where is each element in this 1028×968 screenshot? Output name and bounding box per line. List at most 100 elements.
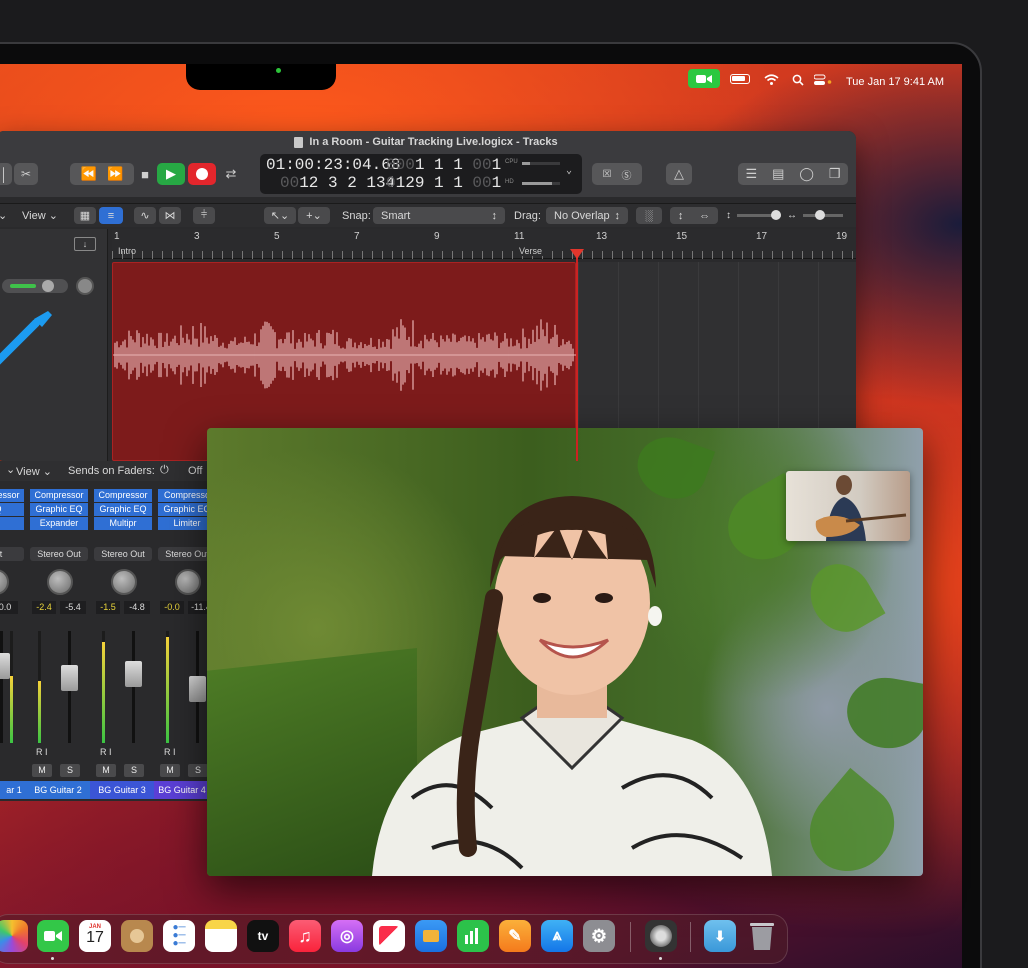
notepad-icon[interactable]: ▤ [772,166,784,182]
music-icon[interactable]: ♫ [289,920,321,952]
peak-readout[interactable]: -4.8 [124,601,150,614]
mixer-view-menu[interactable]: View ⌄ [16,465,52,478]
lcd-display[interactable]: 01:00:23:04.68 0012 3 2 134 0001 1 1 001… [260,154,582,194]
photos-icon[interactable] [0,920,28,952]
view-menu[interactable]: View ⌄ [22,207,58,224]
output-slot[interactable]: Stereo Out [94,547,152,561]
plugin-slot[interactable]: Graphic EQ [30,503,88,516]
search-icon[interactable] [792,71,804,88]
channel-name-label[interactable]: BG Guitar 2 [26,781,90,799]
track-volume-slider[interactable] [2,279,68,293]
pan-knob[interactable] [175,569,201,595]
catch-icon[interactable]: ⫩ [193,207,215,224]
wifi-icon[interactable] [764,71,779,88]
gain-readout[interactable]: -2.4 [32,601,56,614]
volume-fader[interactable] [125,631,142,743]
record-input-buttons[interactable]: R I [36,747,48,757]
facetime-video-window[interactable] [207,428,923,876]
gain-readout[interactable]: -0.0 [160,601,184,614]
pan-knob[interactable] [111,569,137,595]
plugin-slot[interactable]: Compressor [0,489,24,502]
add-track-icon[interactable]: ↓ [74,237,96,251]
replace-icon[interactable]: ☒ [603,169,612,180]
keynote-icon[interactable] [415,920,447,952]
plugin-slot[interactable]: EQ [0,503,24,516]
contacts-icon[interactable] [121,920,153,952]
app-store-icon[interactable]: ⩓ [541,920,573,952]
downloads-folder-icon[interactable]: ⬇ [704,920,736,952]
timeline-ruler[interactable]: 1 3 5 7 9 11 13 15 17 19 Intro Verse [112,229,856,259]
rewind-icon[interactable]: ⏪ [81,166,97,182]
plugin-slot[interactable]: Expander [30,517,88,530]
pencil-tool-icon[interactable]: +⌄ [298,207,330,224]
record-input-buttons[interactable]: R I [164,747,176,757]
reminders-icon[interactable]: ●─ ●─ ●─ [163,920,195,952]
logic-pro-icon[interactable] [645,920,677,952]
plugin-slot[interactable]: Limiter [158,517,210,530]
track-pan-knob[interactable] [76,277,94,295]
plugin-slot[interactable]: Compressor [94,489,152,502]
battery-icon[interactable] [730,74,750,84]
solo-button[interactable]: S [124,764,144,777]
mute-button[interactable]: M [96,764,116,777]
plugin-slot[interactable]: Compresso [158,489,210,502]
channel-name-label[interactable]: BG Guitar 4 [154,781,210,799]
calendar-icon[interactable]: JAN 17 [79,920,111,952]
waveform-zoom-icon[interactable]: ░ [636,207,662,224]
apple-tv-icon[interactable]: tv [247,920,279,952]
flex-icon[interactable]: ⋈ [159,207,181,224]
mixer-toggle-icon[interactable]: │ [0,163,12,185]
automation-icon[interactable]: ∿ [134,207,156,224]
marker-verse[interactable]: Verse [516,246,546,256]
peak-readout[interactable]: -5.4 [60,601,86,614]
browsers-icon[interactable]: ❒ [829,166,841,182]
news-icon[interactable] [373,920,405,952]
scissors-icon[interactable]: ✂ [14,163,38,185]
pointer-tool-icon[interactable]: ↖⌄ [264,207,296,224]
output-slot[interactable]: Stereo Out [30,547,88,561]
channel-name-label[interactable]: BG Guitar 3 [90,781,154,799]
volume-fader[interactable] [0,631,10,743]
plugin-slot[interactable]: Graphic EQ [94,503,152,516]
horizontal-zoom-slider[interactable] [803,210,843,220]
plugin-slot[interactable]: Multipr [94,517,152,530]
facetime-video-icon[interactable] [688,69,720,88]
play-button[interactable]: ▶ [157,163,185,185]
solo-icon[interactable]: Ⓢ [621,167,631,182]
cycle-icon[interactable]: ⇄ [218,163,244,185]
vertical-zoom-icon[interactable]: ↕ [678,210,684,222]
snap-select[interactable]: Smart ↕ [373,207,505,224]
edit-chevron-down-icon[interactable]: ⌄ [0,207,7,224]
solo-button[interactable]: S [60,764,80,777]
list-editors-icon[interactable]: ☰ [745,166,757,182]
system-settings-icon[interactable]: ⚙ [583,920,615,952]
plugin-slot[interactable]: r 2 [0,517,24,530]
playhead[interactable] [576,249,578,461]
drag-select[interactable]: No Overlap ↕ [546,207,628,224]
gain-readout[interactable]: 0.0 [0,601,18,614]
volume-fader[interactable] [189,631,206,743]
list-view-icon[interactable]: ≡ [99,207,123,224]
menu-bar-clock[interactable]: Tue Jan 17 9:41 AM [846,73,944,90]
pan-knob[interactable] [0,569,9,595]
plugin-slot[interactable]: Compressor [30,489,88,502]
notes-icon[interactable] [205,920,237,952]
output-slot[interactable]: Out [0,547,24,561]
podcasts-icon[interactable]: ◎ [331,920,363,952]
sends-value[interactable]: Off [188,465,202,477]
grid-view-icon[interactable]: ▦ [74,207,96,224]
solo-button[interactable]: S [188,764,208,777]
output-slot[interactable]: Stereo Out [158,547,210,561]
mute-button[interactable]: M [160,764,180,777]
numbers-icon[interactable] [457,920,489,952]
stop-icon[interactable]: ■ [134,163,156,185]
gain-readout[interactable]: -1.5 [96,601,120,614]
pan-knob[interactable] [47,569,73,595]
vertical-zoom-slider[interactable] [737,210,781,220]
loop-browser-icon[interactable]: ◯ [799,166,814,182]
power-icon[interactable]: ⏻ [160,464,169,477]
horizontal-zoom-icon[interactable]: ⇔ [699,210,710,222]
facetime-icon[interactable] [37,920,69,952]
lcd-chevron-down-icon[interactable]: ⌄ [566,165,572,177]
fast-forward-icon[interactable]: ⏩ [107,166,123,182]
